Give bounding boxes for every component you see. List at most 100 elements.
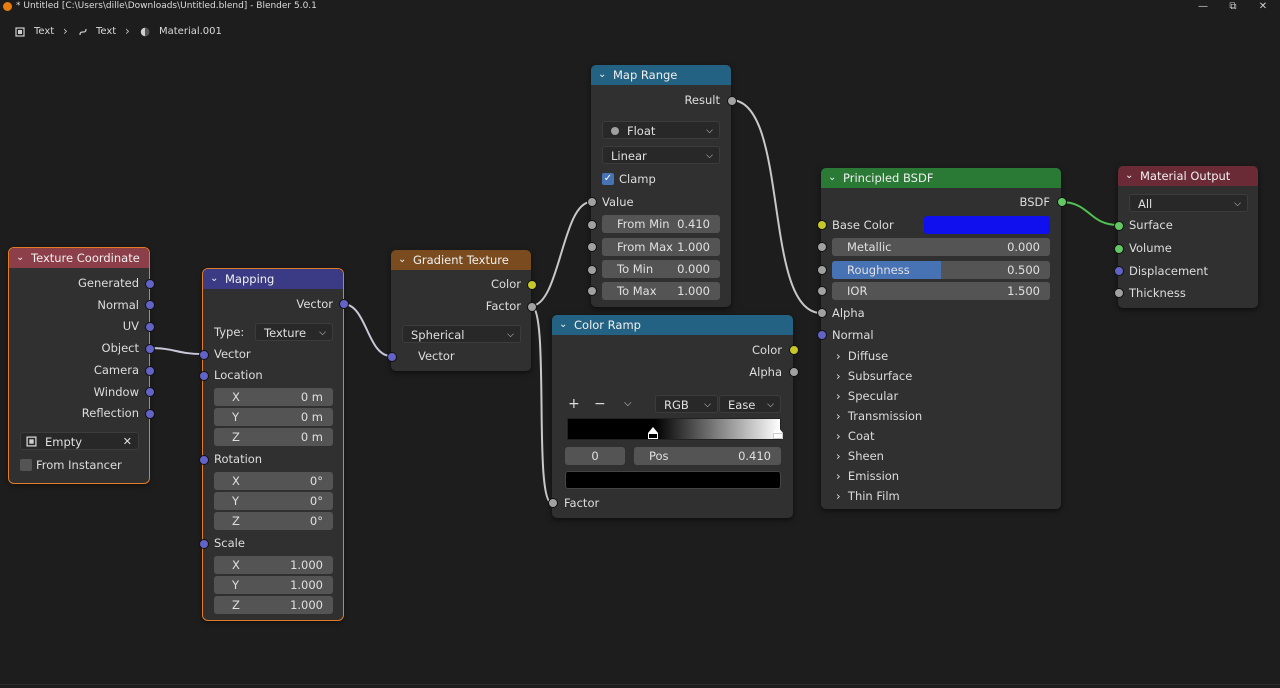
clear-x-icon[interactable]: ✕ [123,433,132,451]
socket-base-color[interactable] [817,220,827,230]
socket-location[interactable] [199,371,209,381]
panel-transmission[interactable]: › Transmission [836,407,922,425]
minimize-button[interactable]: — [1188,0,1218,14]
map-range-node[interactable]: ⌄ Map Range Result Float ⌵ Linear ⌵ ✓ Clamp… [591,65,731,307]
collapse-chevron-icon[interactable]: ⌄ [559,315,567,335]
location-z-field[interactable]: Z 0 m [214,428,333,446]
mapping-type-dropdown[interactable]: Texture ⌵ [255,323,333,341]
position-field[interactable]: Pos 0.410 [634,447,781,465]
stop-color-swatch[interactable] [565,471,781,489]
panel-coat[interactable]: › Coat [836,427,875,445]
socket-from-min[interactable] [587,220,597,230]
socket-ramp-alpha[interactable] [789,367,799,377]
color-mode-dropdown[interactable]: RGB ⌵ [655,395,718,413]
socket-surface[interactable] [1114,221,1124,231]
socket-ior[interactable] [817,286,827,296]
collapse-chevron-icon[interactable]: ⌄ [16,248,24,268]
maximize-button[interactable]: ⧉ [1218,0,1248,14]
socket-thickness[interactable] [1114,288,1124,298]
socket-roughness[interactable] [817,265,827,275]
add-stop-button[interactable]: + [568,395,580,413]
socket-bsdf-out[interactable] [1057,197,1067,207]
socket-displacement[interactable] [1114,266,1124,276]
color-ramp-node[interactable]: ⌄ Color Ramp Color Alpha + − ⌵ RGB ⌵ Ease ⌵… [552,315,793,518]
socket-normal[interactable] [817,330,827,340]
socket-window[interactable] [145,387,155,397]
remove-stop-button[interactable]: − [594,395,606,413]
collapse-chevron-icon[interactable]: ⌄ [398,250,406,270]
from-min-field[interactable]: From Min 0.410 [602,215,720,233]
ior-field[interactable]: IOR 1.500 [832,282,1050,300]
gradient-preview[interactable] [567,418,781,440]
panel-emission[interactable]: › Emission [836,467,899,485]
node-header[interactable]: ⌄ Principled BSDF [821,168,1061,188]
interpolation-dropdown[interactable]: Linear ⌵ [602,146,720,164]
socket-value-in[interactable] [587,197,597,207]
rotation-z-field[interactable]: Z 0° [214,512,333,530]
socket-object[interactable] [145,344,155,354]
socket-gradient-vector-in[interactable] [387,352,397,362]
texture-coordinate-node[interactable]: ⌄ Texture Coordinate Generated Normal UV … [8,247,150,484]
location-y-field[interactable]: Y 0 m [214,408,333,426]
socket-mapping-vector-in[interactable] [199,350,209,360]
socket-gradient-factor[interactable] [527,302,537,312]
gradient-type-dropdown[interactable]: Spherical ⌵ [402,325,521,343]
collapse-chevron-icon[interactable]: ⌄ [1125,166,1133,186]
metallic-field[interactable]: Metallic 0.000 [832,238,1050,256]
scale-x-field[interactable]: X 1.000 [214,556,333,574]
stop-index-field[interactable]: 0 [565,447,625,465]
breadcrumb-data[interactable]: Text [96,26,116,37]
socket-volume[interactable] [1114,244,1124,254]
principled-bsdf-node[interactable]: ⌄ Principled BSDF BSDF Base Color Metalli… [821,168,1061,509]
clamp-checkbox[interactable]: ✓ [602,173,614,185]
breadcrumb-object[interactable]: Text [34,26,54,37]
socket-scale[interactable] [199,539,209,549]
socket-normal[interactable] [145,300,155,310]
material-output-node[interactable]: ⌄ Material Output All ⌵ Surface Volume Dis… [1118,166,1258,308]
socket-camera[interactable] [145,366,155,376]
to-max-field[interactable]: To Max 1.000 [602,282,720,300]
socket-result[interactable] [727,96,737,106]
node-header[interactable]: ⌄ Material Output [1118,166,1258,186]
mapping-node[interactable]: ⌄ Mapping Vector Type: Texture ⌵ Vector Lo… [202,268,344,621]
panel-specular[interactable]: › Specular [836,387,898,405]
socket-mapping-vector-out[interactable] [339,299,349,309]
roughness-field[interactable]: Roughness 0.500 [832,261,1050,279]
from-max-field[interactable]: From Max 1.000 [602,238,720,256]
collapse-chevron-icon[interactable]: ⌄ [598,65,606,85]
panel-sheen[interactable]: › Sheen [836,447,884,465]
panel-subsurface[interactable]: › Subsurface [836,367,912,385]
target-dropdown[interactable]: All ⌵ [1129,194,1248,212]
socket-from-max[interactable] [587,242,597,252]
socket-to-max[interactable] [587,286,597,296]
collapse-chevron-icon[interactable]: ⌄ [828,168,836,188]
socket-reflection[interactable] [145,409,155,419]
socket-metallic[interactable] [817,242,827,252]
socket-uv[interactable] [145,322,155,332]
rotation-x-field[interactable]: X 0° [214,472,333,490]
breadcrumb-material[interactable]: Material.001 [159,26,222,37]
to-min-field[interactable]: To Min 0.000 [602,260,720,278]
node-header[interactable]: ⌄ Texture Coordinate [9,248,149,268]
interpolation-dropdown[interactable]: Ease ⌵ [719,395,781,413]
gradient-texture-node[interactable]: ⌄ Gradient Texture Color Factor Spherical… [391,250,531,371]
socket-alpha[interactable] [817,308,827,318]
socket-ramp-color[interactable] [789,345,799,355]
panel-diffuse[interactable]: › Diffuse [836,347,888,365]
from-instancer-checkbox[interactable] [20,459,32,471]
base-color-swatch[interactable] [924,216,1050,234]
rotation-y-field[interactable]: Y 0° [214,492,333,510]
object-selector[interactable]: Empty ✕ [20,432,139,450]
socket-to-min[interactable] [587,265,597,275]
collapse-chevron-icon[interactable]: ⌄ [210,269,218,289]
socket-rotation[interactable] [199,455,209,465]
socket-ramp-factor-in[interactable] [548,498,558,508]
socket-gradient-color[interactable] [527,280,537,290]
scale-z-field[interactable]: Z 1.000 [214,596,333,614]
node-header[interactable]: ⌄ Map Range [591,65,731,85]
panel-thin-film[interactable]: › Thin Film [836,487,900,505]
socket-generated[interactable] [145,279,155,289]
node-header[interactable]: ⌄ Mapping [203,269,343,289]
node-header[interactable]: ⌄ Color Ramp [552,315,793,335]
chevron-down-icon[interactable]: ⌵ [624,395,632,413]
